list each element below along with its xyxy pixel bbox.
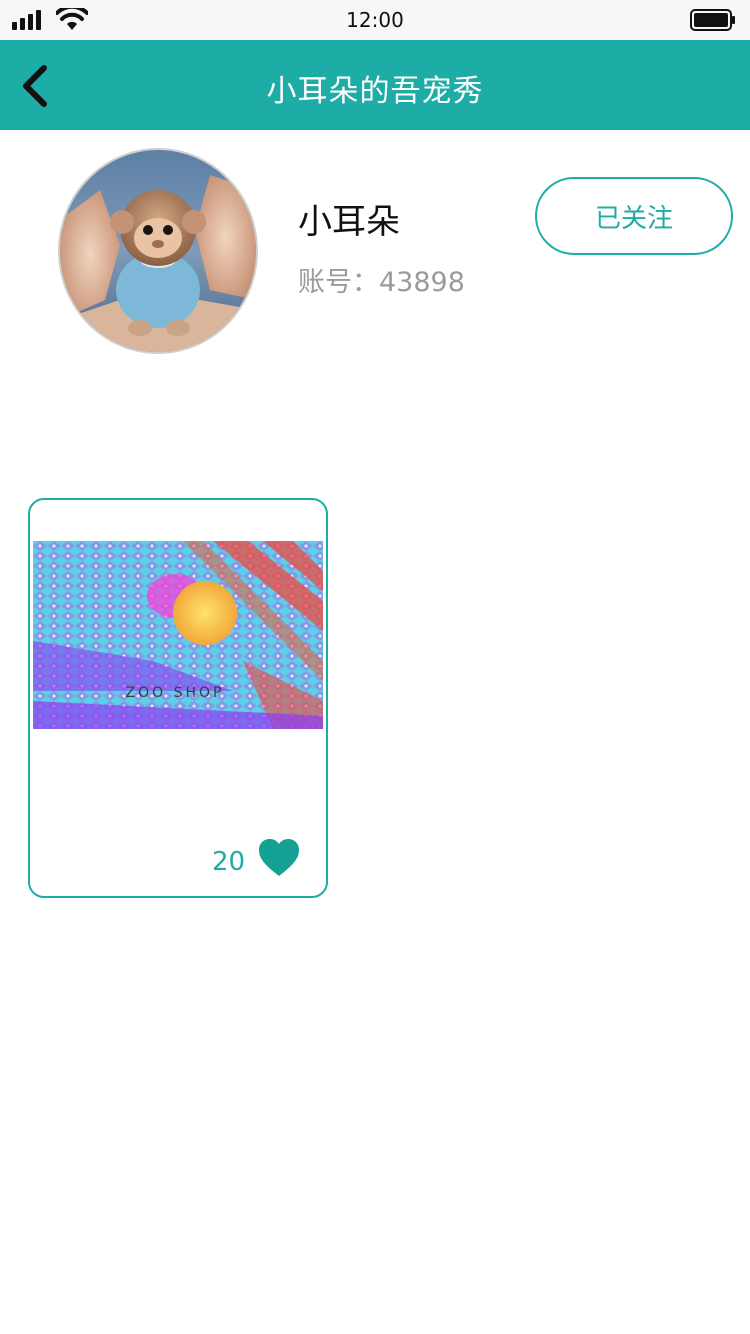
page-title: 小耳朵的吾宠秀 xyxy=(266,74,484,109)
post-image-caption: ZOO SHOP xyxy=(126,685,225,701)
avatar[interactable] xyxy=(58,148,258,354)
nav-bar: 小耳朵的吾宠秀 xyxy=(0,40,750,130)
post-image[interactable]: ZOO SHOP xyxy=(33,541,323,729)
status-bar: 12:00 xyxy=(0,0,750,40)
user-name: 小耳朵 xyxy=(298,202,400,242)
battery-icon xyxy=(690,9,735,31)
screen: 12:00 小耳朵的吾宠秀 小耳朵 账号：43898 已关注 ZOO SHOP … xyxy=(0,0,750,1334)
followed-button[interactable]: 已关注 xyxy=(535,177,733,255)
account-number: 账号：43898 xyxy=(298,267,465,298)
post-card[interactable]: ZOO SHOP 20 xyxy=(28,498,328,898)
status-time: 12:00 xyxy=(346,8,404,32)
like-count: 20 xyxy=(212,847,246,877)
heart-icon[interactable] xyxy=(258,838,300,878)
